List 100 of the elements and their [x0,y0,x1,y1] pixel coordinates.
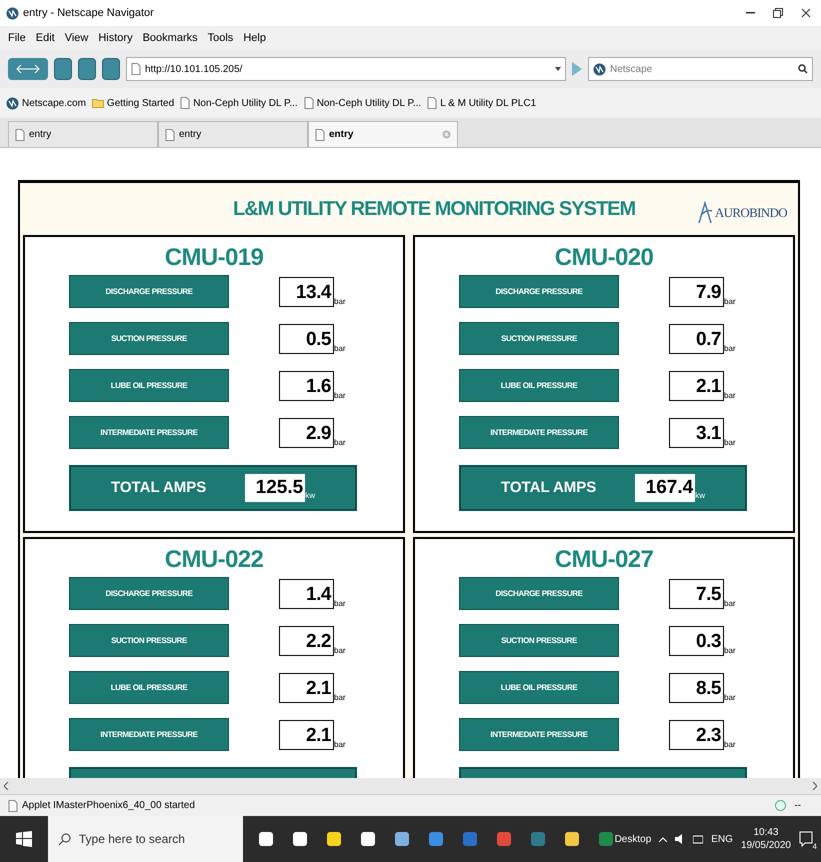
reading-label: SUCTION PRESSURE [69,624,229,657]
tab[interactable]: entry [8,121,158,147]
reading-value: 8.5 [669,672,724,702]
reading-label: DISCHARGE PRESSURE [459,577,619,610]
reading-value: 7.5 [669,578,724,608]
menu-item[interactable]: Help [243,30,266,46]
page-icon [15,128,25,140]
arrows-icon [16,64,40,74]
unit-label: bar [334,598,346,608]
reading-label: LUBE OIL PRESSURE [69,671,229,704]
close-icon[interactable] [801,8,811,18]
reading-label: SUCTION PRESSURE [69,322,229,355]
unit-label: bar [724,344,736,354]
unit-title: CMU-027 [554,547,654,573]
clock-time[interactable]: 10:43 [753,826,778,839]
unit-label: bar [724,296,736,306]
page-icon [180,97,190,109]
bookmark-item[interactable]: L & M Utility DL PLC1 [427,96,536,110]
unit-label: bar [724,598,736,608]
restore-icon[interactable] [773,8,783,18]
unit-label: bar [334,438,346,448]
search-icon[interactable] [798,64,808,74]
reading-value: 2.1 [669,370,724,400]
unit-title: CMU-019 [164,245,264,271]
dropdown-icon[interactable] [555,67,561,71]
page-icon [131,63,141,75]
unit-title: CMU-020 [554,245,654,271]
reading-label: SUCTION PRESSURE [459,322,619,355]
unit-label: bar [334,740,346,750]
reading-label: INTERMEDIATE PRESSURE [459,718,619,751]
notification-icon[interactable] [799,831,813,847]
unit-label: bar [724,438,736,448]
reading-label: INTERMEDIATE PRESSURE [69,416,229,449]
bookmark-item[interactable]: Non-Ceph Utility DL P... [180,96,298,110]
reading-label: INTERMEDIATE PRESSURE [459,416,619,449]
globe-icon [6,6,19,20]
page-icon [8,800,18,812]
menu-item[interactable]: View [64,30,88,46]
window-title: entry - Netscape Navigator [23,6,154,21]
reading-value: 7.9 [669,276,724,306]
page-icon [315,128,325,140]
address-field[interactable]: http://10.101.105.205/ [126,57,566,81]
unit-label: bar [334,390,346,400]
desktop-toolbar[interactable]: Desktop [614,832,652,846]
network-icon[interactable] [693,834,704,844]
bookmark-item[interactable]: Netscape.com [6,96,86,110]
status-indicator: -- [794,799,801,813]
language-indicator[interactable]: ENG [711,832,733,846]
page-icon [427,97,438,109]
bookmark-item[interactable]: Getting Started [92,96,174,110]
menu-item[interactable]: Edit [36,30,55,46]
logo-text: AUROBINDO [714,204,787,222]
scroll-right-icon[interactable] [812,782,817,790]
unit-label: bar [334,296,346,306]
reading-value: 2.3 [669,720,724,750]
reading-value: 2.1 [279,720,334,750]
clock-date[interactable]: 19/05/2020 [740,839,791,852]
search-icon [58,832,71,846]
reading-label: DISCHARGE PRESSURE [459,275,619,308]
bookmark-item[interactable]: Non-Ceph Utility DL P... [304,96,422,110]
taskbar-search-field[interactable]: Type here to search [48,816,243,862]
reading-label: DISCHARGE PRESSURE [69,275,229,308]
reading-value: 0.5 [279,324,334,354]
menu-item[interactable]: Bookmarks [142,30,198,46]
reading-value: 2.2 [279,626,334,656]
windows-start-icon[interactable] [16,831,32,847]
tray-expand-icon[interactable] [659,836,668,842]
unit-label: bar [724,390,736,400]
menu-item[interactable]: File [8,30,26,46]
reading-value: 1.4 [279,578,334,608]
reading-label: INTERMEDIATE PRESSURE [69,718,229,751]
minimize-icon[interactable] [746,12,755,14]
reading-label: LUBE OIL PRESSURE [459,369,619,402]
total-value: 167.4 [635,474,696,502]
total-label: TOTAL AMPS [501,478,596,498]
unit-label: bar [724,692,736,702]
scroll-left-icon[interactable] [4,782,9,790]
unit-label: bar [334,344,346,354]
status-text: Applet IMasterPhoenix6_40_00 started [22,799,195,813]
total-value: 125.5 [245,474,306,502]
menu-item[interactable]: Tools [208,30,234,46]
tab[interactable]: entry [308,121,458,147]
search-field[interactable]: Netscape [588,57,813,81]
notification-count: 4 [812,842,817,851]
tab[interactable]: entry [158,121,308,147]
reading-label: LUBE OIL PRESSURE [69,369,229,402]
reading-value: 3.1 [669,418,724,448]
reading-value: 13.4 [279,276,334,306]
back-forward-button[interactable] [8,58,48,80]
unit-label: bar [334,646,346,656]
horizontal-scrollbar[interactable] [0,778,821,794]
reading-value: 2.1 [279,672,334,702]
menu-item[interactable]: History [98,30,133,46]
reading-value: 0.3 [669,626,724,656]
reading-value: 2.9 [279,418,334,448]
page-icon [304,97,314,109]
unit-label: bar [334,692,346,702]
globe-icon [6,96,19,110]
reading-label: DISCHARGE PRESSURE [69,577,229,610]
total-label: TOTAL AMPS [111,478,206,498]
